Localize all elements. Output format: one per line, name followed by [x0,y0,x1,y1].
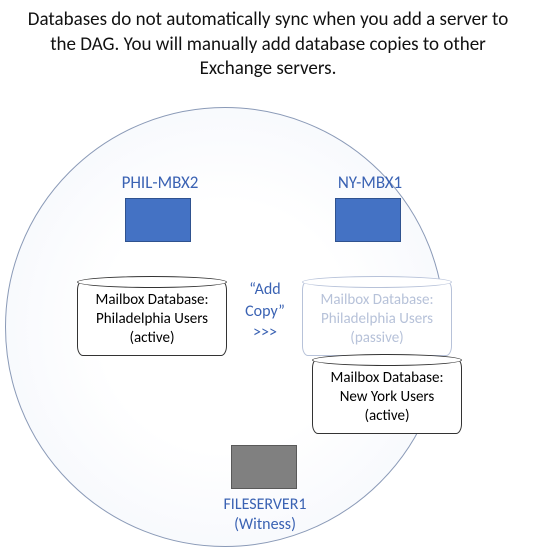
db-left-active-line3: (active) [84,329,220,348]
db-right-passive: Mailbox Database: Philadelphia Users (pa… [302,280,452,356]
db-right-passive-line1: Mailbox Database: [309,291,445,310]
server-witness-label: FILESERVER1 [205,495,325,515]
add-copy-line1: “Add [235,279,295,301]
db-right-passive-line3: (passive) [309,329,445,348]
add-copy-label: “Add Copy” >>> [235,279,295,344]
db-left-active-line2: Philadelphia Users [84,310,220,329]
db-left-active-line1: Mailbox Database: [84,291,220,310]
db-right-active-line3: (active) [319,407,455,426]
add-copy-line3: >>> [235,322,295,344]
server-left-block [125,198,191,242]
server-right-block [335,198,401,242]
server-witness-role: (Witness) [205,515,325,535]
caption-text: Databases do not automatically sync when… [0,8,536,82]
server-left-label: PHIL-MBX2 [100,172,220,193]
db-left-active: Mailbox Database: Philadelphia Users (ac… [77,280,227,356]
server-witness-block [231,445,297,489]
server-witness-label-group: FILESERVER1 (Witness) [205,495,325,535]
db-right-active: Mailbox Database: New York Users (active… [312,358,462,434]
db-right-passive-line2: Philadelphia Users [309,310,445,329]
add-copy-line2: Copy” [235,301,295,323]
db-right-active-line2: New York Users [319,388,455,407]
server-right-label: NY-MBX1 [310,172,430,193]
db-right-active-line1: Mailbox Database: [319,369,455,388]
